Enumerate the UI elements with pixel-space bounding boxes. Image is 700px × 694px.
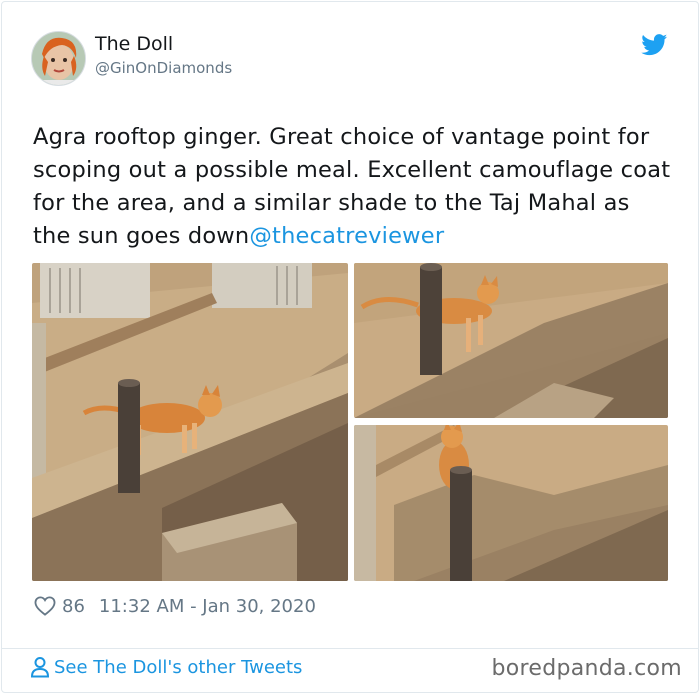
user-handle[interactable]: @GinOnDiamonds xyxy=(95,59,232,77)
watermark: boredpanda.com xyxy=(491,656,682,681)
photo-cat-on-ledge-with-post xyxy=(32,263,348,581)
twitter-bird-icon[interactable] xyxy=(641,34,668,56)
tweet-photo-3[interactable] xyxy=(354,425,668,581)
mention-link[interactable]: @thecatreviewer xyxy=(249,223,444,249)
avatar[interactable] xyxy=(31,31,86,86)
tweet-text: Agra rooftop ginger. Great choice of van… xyxy=(33,121,673,253)
tweet-photo-2[interactable] xyxy=(354,263,668,418)
see-other-tweets-link[interactable]: See The Doll's other Tweets xyxy=(30,656,302,678)
footer-divider xyxy=(2,648,698,649)
photo-cat-sitting-behind-post xyxy=(354,425,668,581)
like-count: 86 xyxy=(62,595,85,617)
photo-cat-walking-behind-post xyxy=(354,263,668,418)
timestamp[interactable]: 11:32 AM - Jan 30, 2020 xyxy=(99,596,316,617)
display-name[interactable]: The Doll xyxy=(95,33,173,55)
tweet-photo-1[interactable] xyxy=(32,263,348,581)
avatar-face-icon xyxy=(32,32,85,85)
tweet-meta: 86 11:32 AM - Jan 30, 2020 xyxy=(34,594,316,618)
see-other-tweets-label: See The Doll's other Tweets xyxy=(54,656,303,678)
person-icon xyxy=(30,657,50,678)
heart-icon[interactable] xyxy=(34,596,56,616)
